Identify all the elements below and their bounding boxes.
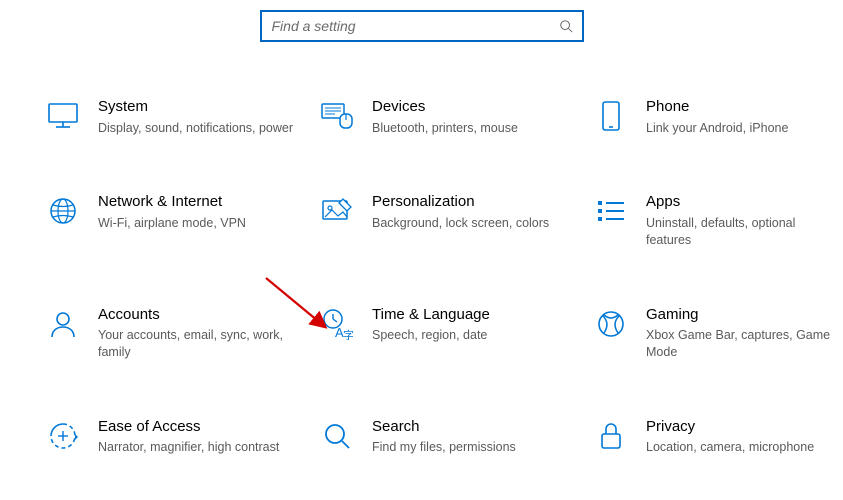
tile-desc: Narrator, magnifier, high contrast bbox=[98, 439, 279, 456]
tile-system[interactable]: System Display, sound, notifications, po… bbox=[46, 97, 306, 136]
tile-title: Ease of Access bbox=[98, 417, 279, 437]
tile-desc: Find my files, permissions bbox=[372, 439, 516, 456]
personalization-icon bbox=[320, 194, 354, 228]
tile-phone[interactable]: Phone Link your Android, iPhone bbox=[594, 97, 843, 136]
search-box[interactable] bbox=[260, 10, 584, 42]
tile-desc: Xbox Game Bar, captures, Game Mode bbox=[646, 327, 843, 361]
tile-ease-of-access[interactable]: Ease of Access Narrator, magnifier, high… bbox=[46, 417, 306, 456]
time-language-icon: A 字 bbox=[320, 307, 354, 341]
tile-title: Devices bbox=[372, 97, 518, 117]
lock-icon bbox=[594, 419, 628, 453]
tile-search[interactable]: Search Find my files, permissions bbox=[320, 417, 580, 456]
tile-devices[interactable]: Devices Bluetooth, printers, mouse bbox=[320, 97, 580, 136]
apps-icon bbox=[594, 194, 628, 228]
svg-text:字: 字 bbox=[343, 328, 353, 340]
tile-title: Apps bbox=[646, 192, 843, 212]
accounts-icon bbox=[46, 307, 80, 341]
tile-desc: Display, sound, notifications, power bbox=[98, 120, 293, 137]
tile-title: Time & Language bbox=[372, 305, 490, 325]
ease-of-access-icon bbox=[46, 419, 80, 453]
tile-desc: Location, camera, microphone bbox=[646, 439, 814, 456]
tile-title: Phone bbox=[646, 97, 788, 117]
system-icon bbox=[46, 99, 80, 133]
tile-title: Network & Internet bbox=[98, 192, 246, 212]
tile-title: System bbox=[98, 97, 293, 117]
magnify-icon bbox=[320, 419, 354, 453]
phone-icon bbox=[594, 99, 628, 133]
tile-desc: Speech, region, date bbox=[372, 327, 490, 344]
tile-desc: Background, lock screen, colors bbox=[372, 215, 549, 232]
tile-gaming[interactable]: Gaming Xbox Game Bar, captures, Game Mod… bbox=[594, 305, 843, 361]
tile-title: Search bbox=[372, 417, 516, 437]
globe-icon bbox=[46, 194, 80, 228]
tile-network[interactable]: Network & Internet Wi-Fi, airplane mode,… bbox=[46, 192, 306, 248]
tile-desc: Wi-Fi, airplane mode, VPN bbox=[98, 215, 246, 232]
gaming-icon bbox=[594, 307, 628, 341]
tile-title: Accounts bbox=[98, 305, 296, 325]
search-icon bbox=[558, 18, 574, 34]
devices-icon bbox=[320, 99, 354, 133]
tile-apps[interactable]: Apps Uninstall, defaults, optional featu… bbox=[594, 192, 843, 248]
tile-desc: Uninstall, defaults, optional features bbox=[646, 215, 843, 249]
tile-title: Personalization bbox=[372, 192, 549, 212]
tile-desc: Your accounts, email, sync, work, family bbox=[98, 327, 296, 361]
tile-time-language[interactable]: A 字 Time & Language Speech, region, date bbox=[320, 305, 580, 361]
tile-title: Privacy bbox=[646, 417, 814, 437]
tile-personalization[interactable]: Personalization Background, lock screen,… bbox=[320, 192, 580, 248]
tile-desc: Link your Android, iPhone bbox=[646, 120, 788, 137]
tile-accounts[interactable]: Accounts Your accounts, email, sync, wor… bbox=[46, 305, 306, 361]
tile-privacy[interactable]: Privacy Location, camera, microphone bbox=[594, 417, 843, 456]
tile-title: Gaming bbox=[646, 305, 843, 325]
search-input[interactable] bbox=[270, 17, 558, 35]
tile-desc: Bluetooth, printers, mouse bbox=[372, 120, 518, 137]
